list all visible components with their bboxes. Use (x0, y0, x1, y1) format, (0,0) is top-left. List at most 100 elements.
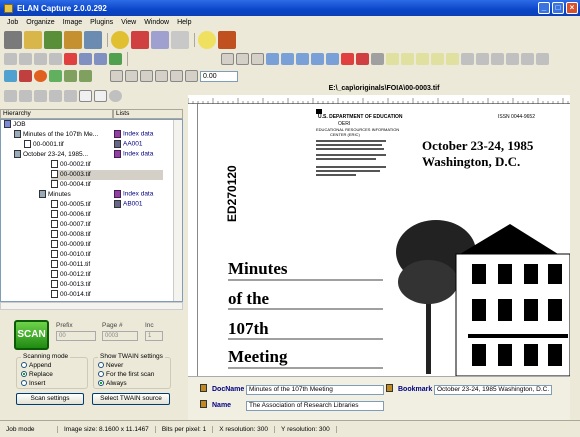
scan-settings-button[interactable]: Scan settings (16, 393, 84, 405)
burst-icon[interactable] (34, 70, 47, 82)
minimize-button[interactable]: _ (538, 2, 550, 14)
tree-row-file[interactable]: 00-0006.tif (51, 210, 182, 220)
view-d-icon[interactable] (155, 70, 168, 82)
mode-insert-radio[interactable]: Insert (21, 380, 45, 387)
tree-row-file[interactable]: 00-0002.tif (51, 160, 182, 170)
tree-flag-icon[interactable] (49, 70, 62, 82)
flip-icon[interactable] (491, 53, 504, 65)
twain-always-radio[interactable]: Always (98, 380, 127, 387)
page-number-field[interactable]: 0003 (102, 331, 138, 341)
lists-header[interactable]: Lists (113, 109, 183, 119)
menu-window[interactable]: Window (140, 19, 173, 26)
mode-replace-radio[interactable]: Replace (21, 371, 53, 378)
menu-plugins[interactable]: Plugins (86, 19, 117, 26)
view-b-icon[interactable] (125, 70, 138, 82)
tree-row-file[interactable]: 00-0011.tif (51, 260, 182, 270)
rotate-right-icon[interactable] (476, 53, 489, 65)
deskew-icon[interactable] (251, 53, 264, 65)
clear-icon[interactable] (341, 53, 354, 65)
settings-gear-icon[interactable] (111, 31, 129, 49)
inc-field[interactable]: 1 (145, 331, 163, 341)
maximize-button[interactable]: □ (552, 2, 564, 14)
scanner-icon[interactable] (4, 31, 22, 49)
menu-help[interactable]: Help (173, 19, 195, 26)
batch-icon[interactable] (64, 31, 82, 49)
folder-open-icon[interactable] (44, 31, 62, 49)
view-e-icon[interactable] (170, 70, 183, 82)
move-last-icon[interactable] (49, 53, 62, 65)
sort-down-icon[interactable] (49, 90, 62, 102)
tree-row-file[interactable]: 00-0013.tif (51, 280, 182, 290)
ppp-icon[interactable] (198, 31, 216, 49)
page-view-4-icon[interactable] (311, 53, 324, 65)
move-first-icon[interactable] (34, 53, 47, 65)
view-f-icon[interactable] (185, 70, 198, 82)
twain-never-radio[interactable]: Never (98, 362, 123, 369)
zoom-fit-icon[interactable] (416, 53, 429, 65)
refresh-icon[interactable] (109, 90, 122, 102)
tree-vertical-scrollbar[interactable] (173, 120, 182, 301)
edit-icon[interactable] (131, 31, 149, 49)
invert-icon[interactable] (521, 53, 534, 65)
insert-icon[interactable] (4, 70, 17, 82)
print-icon[interactable] (84, 31, 102, 49)
sort-desc-icon[interactable] (19, 90, 32, 102)
close-button[interactable]: × (566, 2, 578, 14)
tree-row-file[interactable]: 00-0014.tif (51, 290, 182, 300)
mode-append-radio[interactable]: Append (21, 362, 51, 369)
zoom-width-icon[interactable] (431, 53, 444, 65)
crop-icon[interactable] (236, 53, 249, 65)
docname-field[interactable]: Minutes of the 107th Meeting (246, 385, 384, 395)
view-a-icon[interactable] (110, 70, 123, 82)
sort-asc-icon[interactable] (4, 90, 17, 102)
page-view-1-icon[interactable] (266, 53, 279, 65)
tree-split-icon[interactable] (79, 70, 92, 82)
sort-list-icon[interactable] (64, 90, 77, 102)
prefix-field[interactable]: 00 (56, 331, 96, 341)
tree-row-file[interactable]: 00-0010.tif (51, 250, 182, 260)
rotate-left-icon[interactable] (461, 53, 474, 65)
redo-icon[interactable] (94, 53, 107, 65)
menu-job[interactable]: Job (3, 19, 22, 26)
remove-icon[interactable] (19, 70, 32, 82)
name-field[interactable]: The Association of Research Libraries (246, 401, 384, 411)
new-page-icon[interactable] (79, 90, 92, 102)
tree-row-job[interactable]: JOB (4, 120, 174, 130)
page-view-2-icon[interactable] (281, 53, 294, 65)
document-image[interactable]: U.S. DEPARTMENT OF EDUCATION OERI EDUCAT… (198, 104, 570, 376)
menu-view[interactable]: View (117, 19, 140, 26)
bookmark-field[interactable]: October 23-24, 1985 Washington, D.C. (434, 385, 552, 395)
exit-icon[interactable] (218, 31, 236, 49)
copy-icon[interactable] (24, 31, 42, 49)
document-icon[interactable] (171, 31, 189, 49)
twain-first-scan-radio[interactable]: For the first scan (98, 371, 154, 378)
scan-button[interactable]: SCAN (14, 320, 49, 350)
tree-row-batch[interactable]: Minutes of the 107th Me... (14, 130, 182, 140)
arrow-down-icon[interactable] (19, 53, 32, 65)
sort-up-icon[interactable] (34, 90, 47, 102)
tree-row-file[interactable]: 00-0008.tif (51, 230, 182, 240)
export-icon[interactable] (151, 31, 169, 49)
tree-row-batch[interactable]: October 23-24, 1985... (14, 150, 182, 160)
despeckle-icon[interactable] (536, 53, 549, 65)
lock-icon[interactable] (371, 53, 384, 65)
view-c-icon[interactable] (140, 70, 153, 82)
tree-row-file[interactable]: 00-0004.tif (51, 180, 182, 190)
undo-icon[interactable] (79, 53, 92, 65)
tree-row-file[interactable]: 00-0009.tif (51, 240, 182, 250)
menu-image[interactable]: Image (59, 19, 86, 26)
hierarchy-tree[interactable]: JOB Minutes of the 107th Me... Index dat… (0, 119, 183, 302)
tree-horizontal-scrollbar[interactable] (0, 302, 183, 310)
select-tool-icon[interactable] (221, 53, 234, 65)
zoom-page-icon[interactable] (446, 53, 459, 65)
eraser-icon[interactable] (356, 53, 369, 65)
mirror-icon[interactable] (506, 53, 519, 65)
flag-icon[interactable] (109, 53, 122, 65)
zoom-in-icon[interactable] (386, 53, 399, 65)
arrow-up-icon[interactable] (4, 53, 17, 65)
page-view-5-icon[interactable] (326, 53, 339, 65)
delete-icon[interactable] (64, 53, 77, 65)
tree-row-batch[interactable]: Minutes (39, 190, 182, 200)
page-view-3-icon[interactable] (296, 53, 309, 65)
menu-organize[interactable]: Organize (22, 19, 58, 26)
